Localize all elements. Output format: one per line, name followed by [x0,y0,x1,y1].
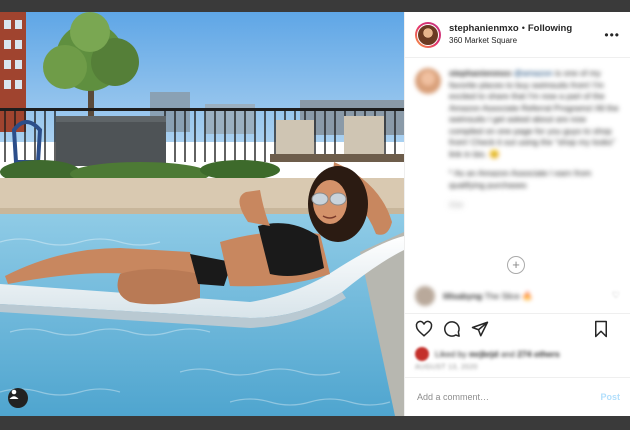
pool-scene-image [0,12,404,416]
caption-block: stephanienmxo @amazon is one of my favor… [415,68,620,211]
post-photo[interactable] [0,12,404,416]
comments-section: stephanienmxo @amazon is one of my favor… [405,58,630,313]
action-bar [405,313,630,344]
comment-text: The Slice 🔥 [484,290,533,301]
post-header: stephanienmxo • Following 360 Market Squar… [405,12,630,58]
paper-plane-icon[interactable] [471,320,489,338]
comment-like-icon[interactable]: ♡ [612,290,620,301]
plus-circle-icon[interactable]: + [507,256,525,274]
caption-disclaimer: * As an Amazon Associate I earn from qua… [449,168,592,190]
more-options-icon[interactable]: ••• [604,28,620,42]
comment-row: lillsabyng The Slice 🔥 ♡ [415,286,620,306]
caption-text: stephanienmxo @amazon is one of my favor… [449,68,620,211]
post-date: AUGUST 13, 2020 [415,364,478,371]
comment-input[interactable] [415,391,569,403]
likes-row: Liked by mrjbrjd and 274 others [405,344,630,362]
caption-body: is one of my favorite places to buy swim… [449,68,619,159]
post-button[interactable]: Post [600,392,620,402]
author-username[interactable]: stephanienmxo [449,23,519,34]
comment-avatar[interactable] [415,286,435,306]
author-avatar[interactable] [415,21,441,48]
caption-username[interactable]: stephanienmxo [449,68,511,78]
heart-icon[interactable] [415,320,433,338]
comment-icon[interactable] [443,320,461,338]
liker-username[interactable]: mrjbrjd [469,349,498,359]
bookmark-icon[interactable] [592,320,610,338]
following-button[interactable]: Following [528,23,572,34]
comment-username[interactable]: lillsabyng [443,291,482,301]
likes-count[interactable]: 274 others [517,349,560,359]
post-side-panel: stephanienmxo • Following 360 Market Squar… [404,12,630,416]
add-comment-bar: Post [405,377,630,416]
liker-avatar[interactable] [415,347,429,361]
user-tag-icon[interactable] [8,388,28,408]
caption-mention[interactable]: @amazon [514,68,553,78]
post-modal: stephanienmxo • Following 360 Market Squar… [0,12,630,416]
location-link[interactable]: 360 Market Square [449,35,572,47]
caption-time: 21w [449,200,463,209]
caption-avatar[interactable] [415,68,441,94]
